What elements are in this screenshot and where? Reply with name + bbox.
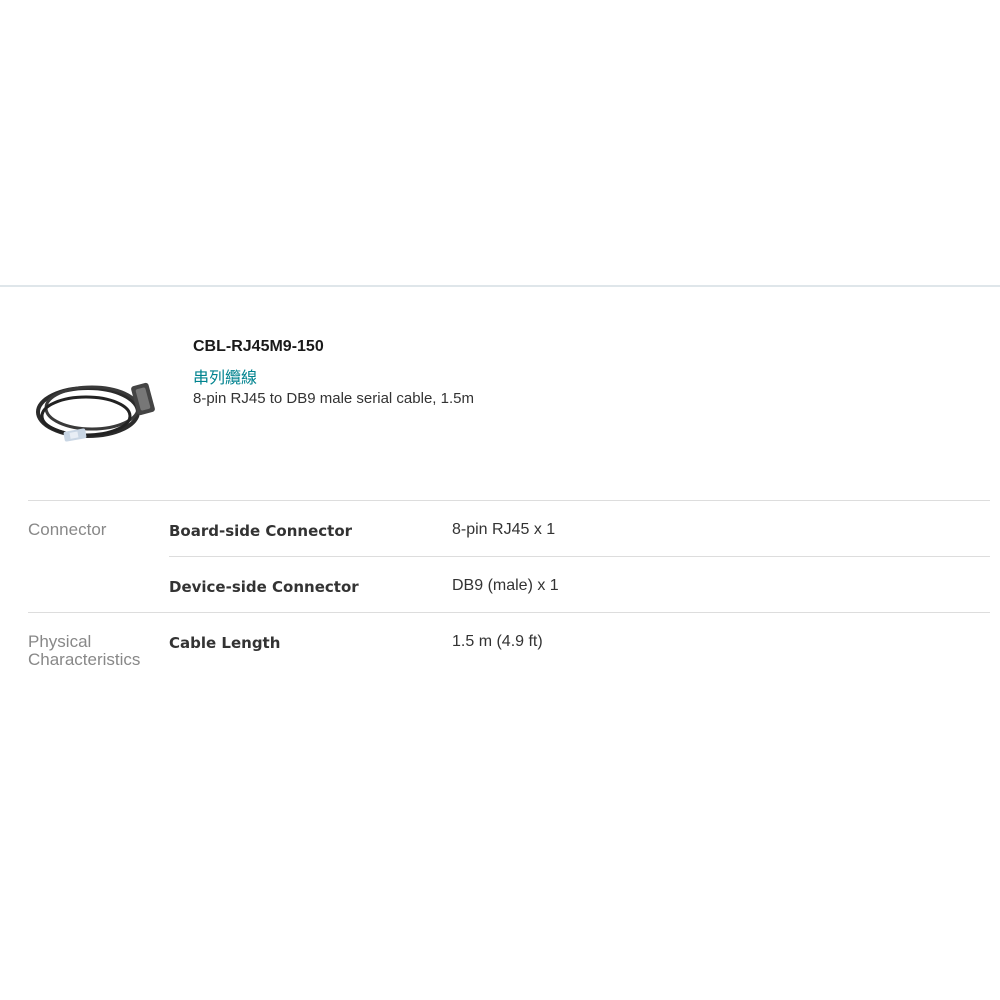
serial-cable-photo [36,382,155,442]
spec-group-physical: Physical Characteristics Cable Length 1.… [28,612,990,685]
spec-row: Board-side Connector 8-pin RJ45 x 1 [169,501,990,556]
spec-row-label: Device-side Connector [169,578,359,596]
spec-group-label: Connector [28,520,107,539]
spec-row: Cable Length 1.5 m (4.9 ft) [169,613,990,685]
product-subtitle: 串列纜線 [193,370,258,387]
spec-row-label: Cable Length [169,634,281,652]
spec-row-value: 1.5 m (4.9 ft) [452,633,543,650]
spec-group-label: Physical Characteristics [28,632,141,669]
product-card: CBL-RJ45M9-150 串列纜線 8-pin RJ45 to DB9 ma… [0,330,1000,460]
spec-row-label: Board-side Connector [169,522,353,540]
product-description: 8-pin RJ45 to DB9 male serial cable, 1.5… [193,390,474,407]
spec-row: Device-side Connector DB9 (male) x 1 [169,556,990,612]
product-title: CBL-RJ45M9-150 [193,338,324,355]
spec-group-connector: Connector Board-side Connector 8-pin RJ4… [28,500,990,612]
top-divider [0,285,1000,287]
spec-row-value: 8-pin RJ45 x 1 [452,521,556,538]
spec-row-value: DB9 (male) x 1 [452,577,559,594]
spec-table: Connector Board-side Connector 8-pin RJ4… [28,500,990,685]
